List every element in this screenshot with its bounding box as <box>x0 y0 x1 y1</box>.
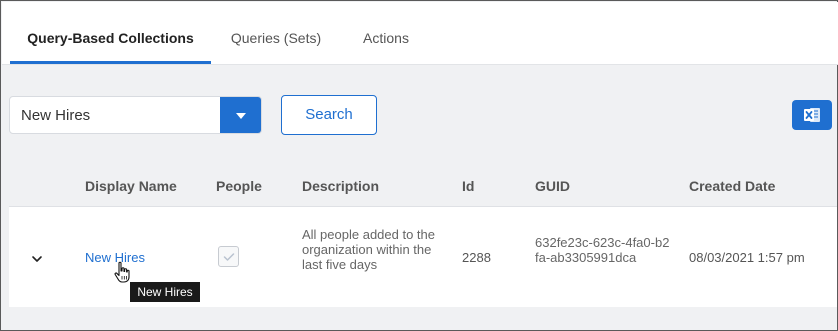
column-header-display-name[interactable]: Display Name <box>85 165 177 207</box>
hand-cursor-icon <box>113 261 131 290</box>
expand-row-button[interactable] <box>31 251 43 269</box>
app-frame: Query-Based Collections Queries (Sets) A… <box>0 0 838 331</box>
export-excel-button[interactable] <box>792 100 832 130</box>
active-tab-indicator <box>10 61 211 64</box>
guid-cell: 632fe23c-623c-4fa0-b2fa-ab3305991dca <box>535 235 670 265</box>
id-cell: 2288 <box>462 250 491 265</box>
created-date-cell: 08/03/2021 1:57 pm <box>689 250 805 265</box>
column-header-people[interactable]: People <box>216 165 262 207</box>
tab-queries-sets[interactable]: Queries (Sets) <box>211 2 341 64</box>
tab-actions[interactable]: Actions <box>341 2 431 64</box>
column-header-guid[interactable]: GUID <box>535 165 570 207</box>
dropdown-toggle-button[interactable] <box>220 97 261 133</box>
tab-query-based-collections[interactable]: Query-Based Collections <box>10 2 211 64</box>
description-cell: All people added to the organization wit… <box>302 227 435 272</box>
column-header-created-date[interactable]: Created Date <box>689 165 775 207</box>
excel-icon <box>804 108 820 122</box>
tooltip: New Hires <box>130 282 200 302</box>
people-checkbox[interactable] <box>218 246 239 267</box>
caret-down-icon <box>235 113 246 119</box>
collection-select[interactable]: New Hires <box>9 96 262 134</box>
tab-bar: Query-Based Collections Queries (Sets) A… <box>2 2 838 65</box>
chevron-down-icon <box>32 256 42 262</box>
search-button[interactable]: Search <box>281 95 377 135</box>
column-header-id[interactable]: Id <box>462 165 474 207</box>
table-header: Display Name People Description Id GUID … <box>9 165 837 207</box>
checkmark-icon <box>223 252 234 261</box>
column-header-description[interactable]: Description <box>302 165 379 207</box>
collection-select-value: New Hires <box>21 107 91 124</box>
